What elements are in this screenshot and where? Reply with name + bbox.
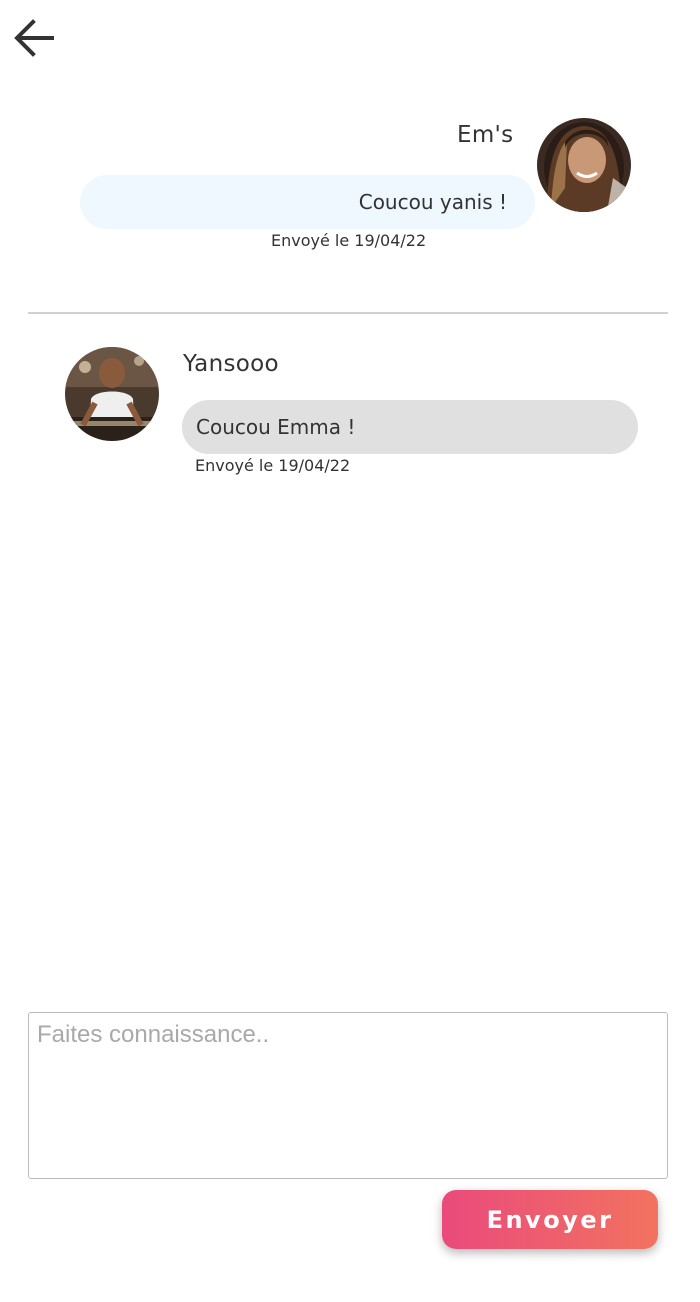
message-timestamp: Envoyé le 19/04/22 [195, 456, 351, 475]
avatar[interactable] [537, 118, 631, 212]
message-timestamp: Envoyé le 19/04/22 [271, 231, 427, 250]
send-button[interactable]: Envoyer [442, 1190, 658, 1249]
arrow-left-icon [14, 19, 54, 57]
message-sender-name: Em's [457, 122, 514, 148]
avatar-photo [65, 347, 159, 441]
avatar-photo [537, 118, 631, 212]
message-bubble-received: Coucou Emma ! [182, 400, 638, 454]
avatar[interactable] [65, 347, 159, 441]
message-input[interactable] [28, 1012, 668, 1179]
message-bubble-sent: Coucou yanis ! [80, 175, 535, 229]
message-text: Coucou yanis ! [358, 190, 507, 214]
divider [28, 312, 668, 314]
back-button[interactable] [10, 14, 58, 62]
message-sender-name: Yansooo [183, 351, 279, 377]
message-text: Coucou Emma ! [196, 415, 356, 439]
chat-screen: Em's Coucou yanis ! Envoyé le 19/04/22 Y… [0, 0, 700, 1302]
